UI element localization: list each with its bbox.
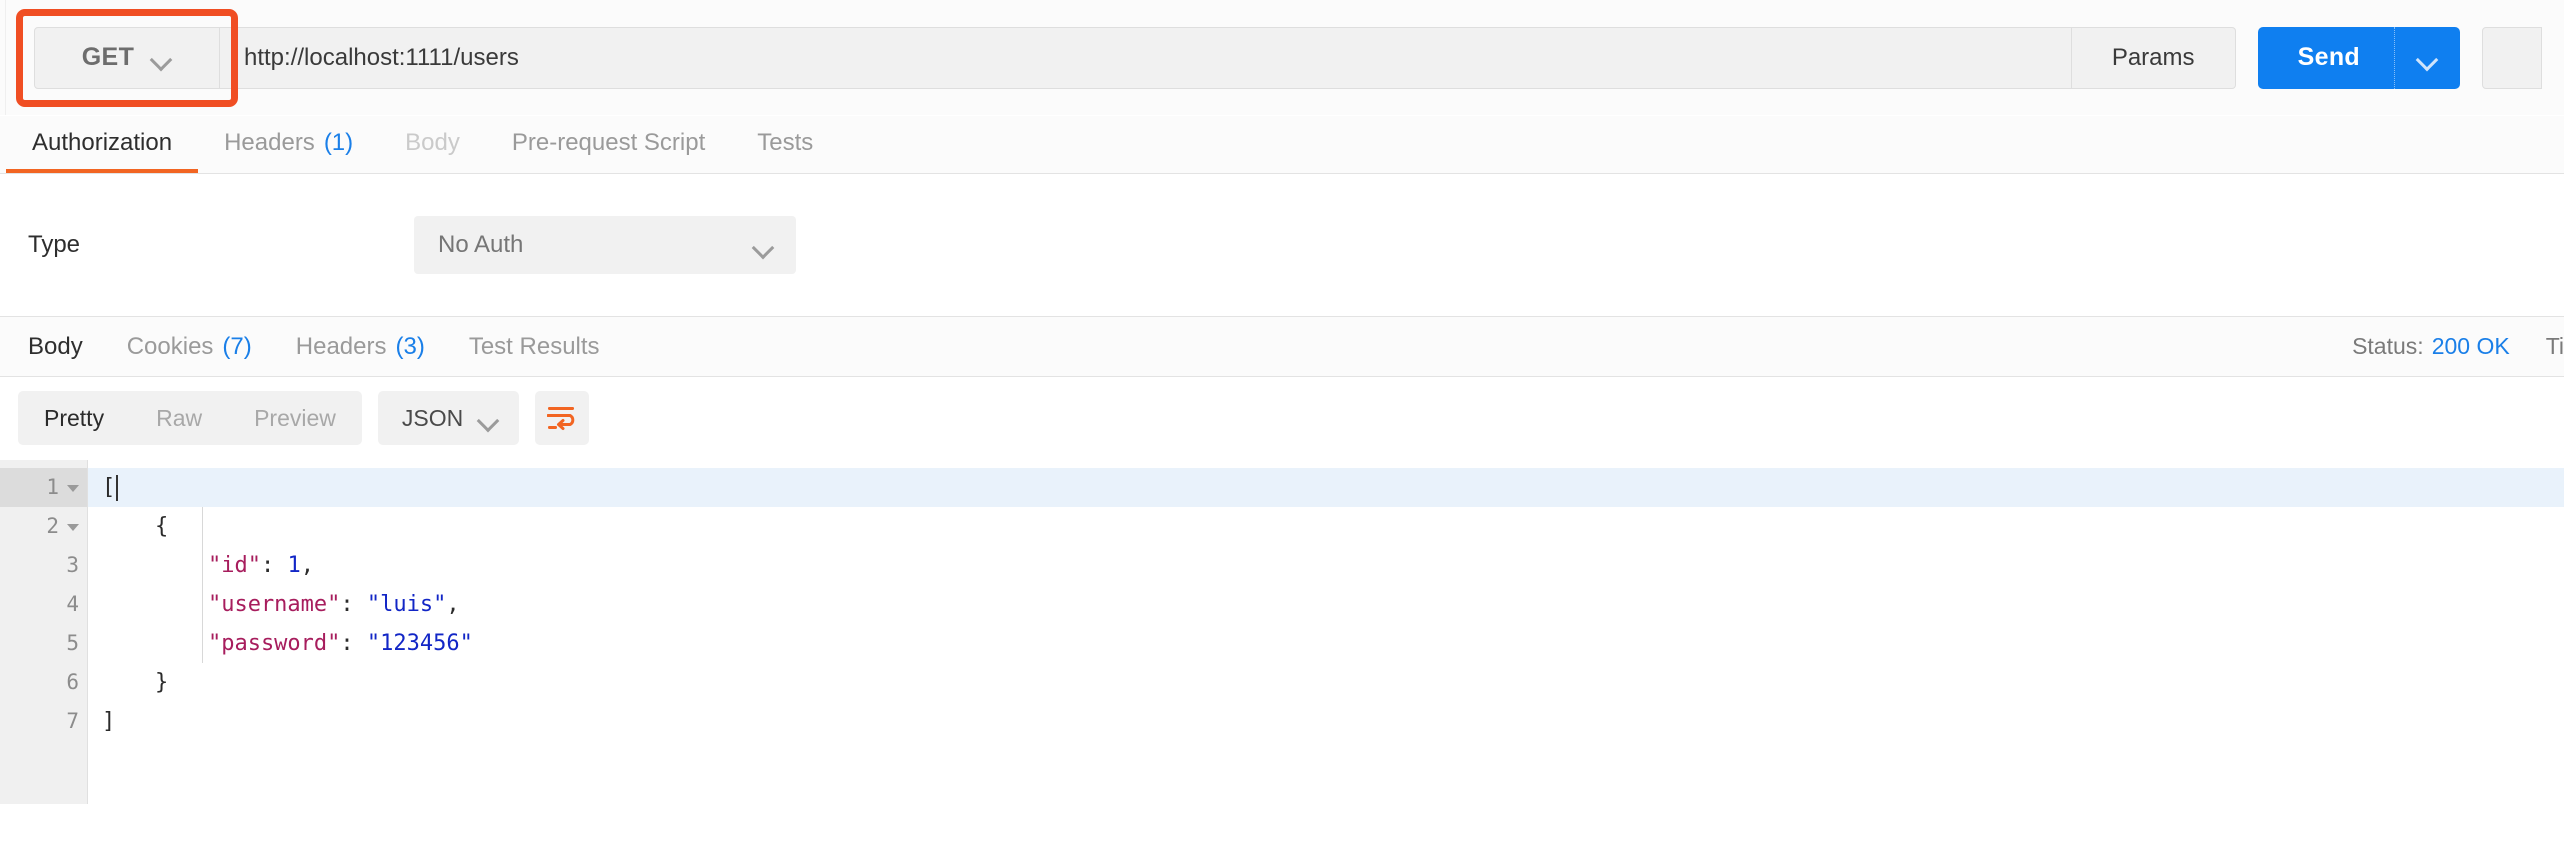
editor-line-number: 7 bbox=[0, 702, 87, 741]
code-token: : bbox=[340, 631, 367, 656]
response-tab-body[interactable]: Body bbox=[6, 333, 105, 361]
editor-code-area[interactable]: [ { "id": 1, "username": "luis", "passwo… bbox=[88, 460, 2564, 804]
chevron-down-icon bbox=[754, 240, 774, 251]
tab-label: Tests bbox=[757, 128, 814, 156]
view-mode-segmented-control: Pretty Raw Preview bbox=[18, 391, 362, 445]
text-caret bbox=[116, 474, 119, 501]
editor-line-number: 6 bbox=[0, 663, 87, 702]
authorization-panel: Type No Auth bbox=[0, 174, 2564, 317]
tab-count: (7) bbox=[222, 332, 252, 360]
code-token: 1 bbox=[287, 553, 301, 578]
response-viewer-toolbar: Pretty Raw Preview JSON bbox=[0, 377, 2564, 459]
time-label: Ti bbox=[2545, 333, 2564, 359]
params-button[interactable]: Params bbox=[2071, 26, 2236, 89]
editor-code-line[interactable]: } bbox=[88, 663, 2564, 702]
code-token: ] bbox=[102, 709, 116, 734]
status-value: 200 OK bbox=[2431, 333, 2510, 359]
tab-pre-request-script[interactable]: Pre-request Script bbox=[486, 116, 731, 173]
view-mode-pretty[interactable]: Pretty bbox=[18, 391, 130, 445]
status-label: Status: bbox=[2352, 333, 2424, 359]
editor-line-number: 2 bbox=[0, 507, 87, 546]
code-token: "password" bbox=[102, 631, 341, 656]
code-token: , bbox=[300, 553, 314, 578]
http-method-label: GET bbox=[81, 43, 135, 71]
indent-guide bbox=[202, 507, 203, 663]
response-format-dropdown[interactable]: JSON bbox=[377, 391, 520, 445]
tab-label: Authorization bbox=[32, 128, 173, 156]
fold-arrow-icon[interactable] bbox=[65, 481, 79, 495]
line-number-label: 3 bbox=[66, 553, 79, 577]
tab-label: Body bbox=[405, 128, 460, 156]
code-token: "123456" bbox=[366, 631, 473, 656]
tab-label: Pre-request Script bbox=[511, 128, 706, 156]
request-tab-bar: Authorization Headers (1) Body Pre-reque… bbox=[0, 116, 2564, 174]
auth-type-dropdown[interactable]: No Auth bbox=[414, 216, 796, 274]
line-number-label: 2 bbox=[46, 514, 59, 538]
response-tab-headers[interactable]: Headers (3) bbox=[274, 333, 447, 361]
url-input[interactable]: http://localhost:1111/users bbox=[220, 26, 2072, 89]
editor-line-number: 1 bbox=[0, 468, 87, 507]
editor-code-line[interactable]: "password": "123456" bbox=[88, 624, 2564, 663]
response-tab-test-results[interactable]: Test Results bbox=[447, 333, 622, 361]
save-button[interactable] bbox=[2482, 26, 2542, 89]
line-number-label: 5 bbox=[66, 631, 79, 655]
editor-code-line[interactable]: "username": "luis", bbox=[88, 585, 2564, 624]
code-token: "id" bbox=[102, 553, 261, 578]
fold-arrow-icon[interactable] bbox=[65, 520, 79, 534]
status-badge: Status: 200 OK bbox=[2352, 333, 2510, 360]
word-wrap-toggle[interactable] bbox=[535, 391, 590, 445]
line-number-label: 1 bbox=[46, 475, 59, 499]
tab-count: (3) bbox=[395, 332, 425, 360]
response-meta: Status: 200 OK Ti bbox=[2352, 333, 2564, 360]
code-token: , bbox=[446, 592, 460, 617]
editor-line-number: 5 bbox=[0, 624, 87, 663]
code-token: "username" bbox=[102, 592, 341, 617]
editor-code-line[interactable]: [ bbox=[88, 468, 2564, 507]
code-token: [ bbox=[102, 475, 116, 500]
tab-label: Cookies bbox=[126, 332, 214, 360]
tab-label: Test Results bbox=[468, 332, 600, 360]
http-method-dropdown[interactable]: GET bbox=[34, 26, 220, 89]
auth-type-label: Type bbox=[28, 231, 81, 258]
line-number-label: 6 bbox=[66, 670, 79, 694]
view-mode-preview[interactable]: Preview bbox=[228, 391, 362, 445]
format-value: JSON bbox=[401, 404, 464, 431]
tab-count: (1) bbox=[323, 128, 354, 156]
tab-body[interactable]: Body bbox=[379, 116, 486, 173]
line-number-label: 4 bbox=[66, 592, 79, 616]
auth-type-value: No Auth bbox=[438, 231, 524, 258]
word-wrap-icon bbox=[547, 407, 575, 430]
code-token: : bbox=[340, 592, 367, 617]
tab-authorization[interactable]: Authorization bbox=[6, 116, 199, 173]
tab-label: Headers bbox=[295, 332, 387, 360]
response-tab-bar: Body Cookies (7) Headers (3) Test Result… bbox=[0, 317, 2564, 377]
request-url-bar: GET http://localhost:1111/users Params S… bbox=[0, 0, 2564, 116]
method-selector-wrapper: GET bbox=[16, 8, 238, 107]
editor-code-line[interactable]: { bbox=[88, 507, 2564, 546]
tab-headers[interactable]: Headers (1) bbox=[198, 116, 379, 173]
editor-code-line[interactable]: "id": 1, bbox=[88, 546, 2564, 585]
send-button-group[interactable]: Send bbox=[2257, 26, 2460, 89]
send-options-button[interactable] bbox=[2394, 26, 2460, 89]
chevron-down-icon bbox=[2418, 52, 2438, 63]
editor-line-number: 4 bbox=[0, 585, 87, 624]
code-token: { bbox=[102, 514, 169, 539]
tab-tests[interactable]: Tests bbox=[731, 116, 839, 173]
code-token: } bbox=[102, 670, 169, 695]
editor-code-line[interactable]: ] bbox=[88, 702, 2564, 741]
response-tab-cookies[interactable]: Cookies (7) bbox=[105, 333, 274, 361]
tab-label: Headers bbox=[224, 128, 315, 156]
editor-line-number: 3 bbox=[0, 546, 87, 585]
tab-label: Body bbox=[28, 332, 83, 360]
response-body-editor[interactable]: 1234567 [ { "id": 1, "username": "luis",… bbox=[0, 459, 2564, 804]
code-token: : bbox=[260, 553, 288, 578]
editor-line-number-gutter: 1234567 bbox=[0, 460, 88, 804]
view-mode-raw[interactable]: Raw bbox=[130, 391, 228, 445]
send-button[interactable]: Send bbox=[2258, 43, 2394, 72]
chevron-down-icon bbox=[479, 413, 499, 424]
code-token: "luis" bbox=[366, 592, 447, 617]
left-rail bbox=[0, 0, 6, 115]
line-number-label: 7 bbox=[66, 709, 79, 733]
chevron-down-icon bbox=[152, 52, 172, 63]
